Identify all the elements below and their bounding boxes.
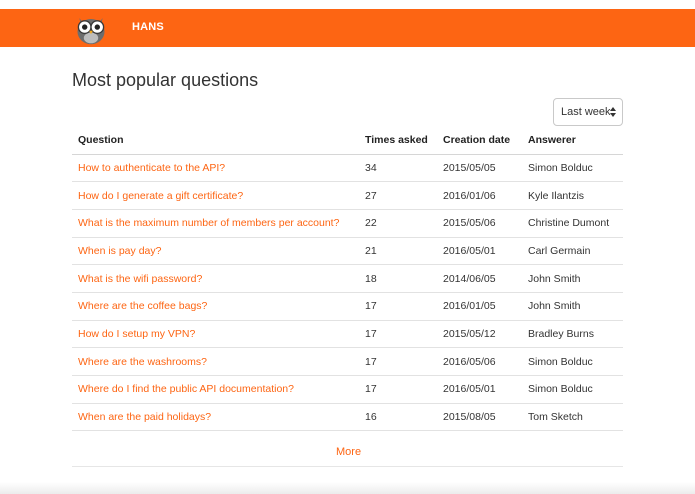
times-asked-cell: 17 (359, 347, 437, 376)
table-row: When is pay day? 21 2016/05/01 Carl Germ… (72, 237, 623, 266)
creation-date-cell: 2016/01/05 (437, 292, 522, 321)
header-times-asked[interactable]: Times asked (359, 127, 437, 155)
period-select[interactable]: Last week (553, 98, 623, 126)
page-title: Most popular questions (72, 70, 259, 90)
creation-date-cell: 2016/05/06 (437, 347, 522, 376)
creation-date-cell: 2016/05/01 (437, 237, 522, 266)
answerer-cell: John Smith (522, 292, 623, 321)
answerer-cell: Kyle Ilantzis (522, 181, 623, 210)
questions-table: Question Times asked Creation date Answe… (72, 127, 623, 432)
creation-date-cell: 2016/01/06 (437, 181, 522, 210)
question-link[interactable]: Where do I find the public API documenta… (78, 383, 294, 395)
question-link[interactable]: When are the paid holidays? (78, 411, 211, 423)
table-row: Where are the washrooms? 17 2016/05/06 S… (72, 347, 623, 376)
answerer-cell: Carl Germain (522, 237, 623, 266)
times-asked-cell: 18 (359, 264, 437, 293)
times-asked-cell: 17 (359, 320, 437, 349)
table-row: How do I setup my VPN? 17 2015/05/12 Bra… (72, 320, 623, 349)
times-asked-cell: 17 (359, 375, 437, 404)
question-link[interactable]: How do I setup my VPN? (78, 328, 195, 340)
question-link[interactable]: Where are the coffee bags? (78, 300, 207, 312)
top-navbar: HANS (0, 9, 695, 47)
period-select-value: Last week (561, 106, 611, 118)
times-asked-cell: 34 (359, 154, 437, 183)
answerer-cell: Simon Bolduc (522, 375, 623, 404)
more-link[interactable]: More (336, 446, 361, 458)
table-row: When are the paid holidays? 16 2015/08/0… (72, 403, 623, 432)
question-link[interactable]: When is pay day? (78, 245, 161, 257)
creation-date-cell: 2016/05/01 (437, 375, 522, 404)
times-asked-cell: 16 (359, 403, 437, 432)
answerer-cell: Tom Sketch (522, 403, 623, 432)
table-row: What is the maximum number of members pe… (72, 209, 623, 238)
header-question[interactable]: Question (72, 127, 359, 155)
table-row: Where do I find the public API documenta… (72, 375, 623, 404)
table-row: What is the wifi password? 18 2014/06/05… (72, 264, 623, 293)
question-link[interactable]: What is the wifi password? (78, 273, 202, 285)
times-asked-cell: 27 (359, 181, 437, 210)
answerer-cell: Simon Bolduc (522, 154, 623, 183)
creation-date-cell: 2014/06/05 (437, 264, 522, 293)
question-link[interactable]: How to authenticate to the API? (78, 162, 225, 174)
question-link[interactable]: What is the maximum number of members pe… (78, 217, 339, 229)
table-row: Where are the coffee bags? 17 2016/01/05… (72, 292, 623, 321)
creation-date-cell: 2015/05/06 (437, 209, 522, 238)
creation-date-cell: 2015/08/05 (437, 403, 522, 432)
header-creation-date[interactable]: Creation date (437, 127, 522, 155)
answerer-cell: John Smith (522, 264, 623, 293)
brand-name[interactable]: HANS (132, 21, 164, 33)
answerer-cell: Christine Dumont (522, 209, 623, 238)
answerer-cell: Simon Bolduc (522, 347, 623, 376)
question-link[interactable]: Where are the washrooms? (78, 356, 207, 368)
table-row: How do I generate a gift certificate? 27… (72, 181, 623, 210)
header-answerer[interactable]: Answerer (522, 127, 623, 155)
owl-icon[interactable] (73, 10, 109, 46)
bottom-shadow (0, 482, 695, 494)
times-asked-cell: 21 (359, 237, 437, 266)
updown-chevron-icon (610, 107, 616, 117)
answerer-cell: Bradley Burns (522, 320, 623, 349)
divider (72, 466, 623, 467)
question-link[interactable]: How do I generate a gift certificate? (78, 190, 243, 202)
creation-date-cell: 2015/05/05 (437, 154, 522, 183)
times-asked-cell: 22 (359, 209, 437, 238)
times-asked-cell: 17 (359, 292, 437, 321)
creation-date-cell: 2015/05/12 (437, 320, 522, 349)
table-row: How to authenticate to the API? 34 2015/… (72, 154, 623, 183)
table-header-row: Question Times asked Creation date Answe… (72, 127, 623, 155)
